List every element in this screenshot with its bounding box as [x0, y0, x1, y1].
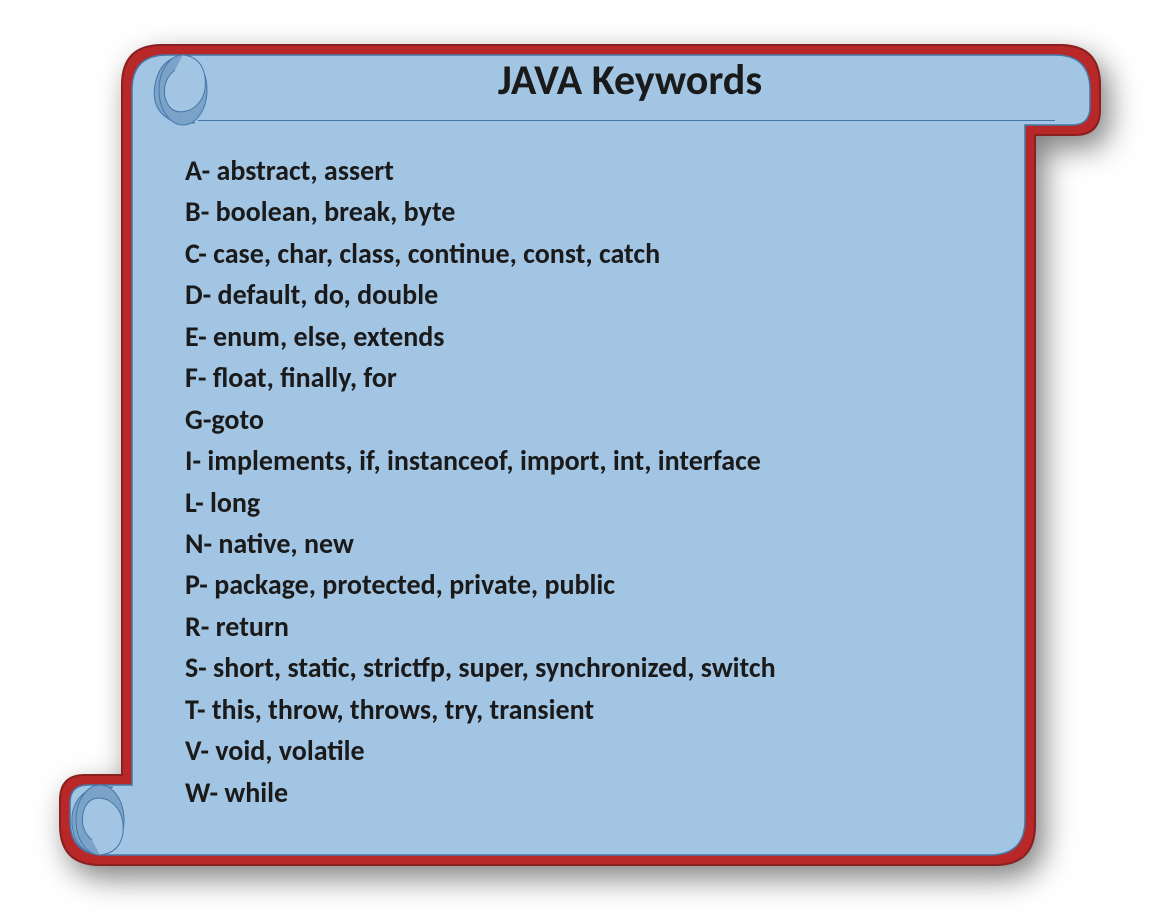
keyword-line: G-goto — [185, 399, 1030, 440]
keyword-line: F- float, finally, for — [185, 357, 1030, 398]
keywords-list: A- abstract, assert B- boolean, break, b… — [185, 150, 1030, 813]
document-title: JAVA Keywords — [200, 55, 1060, 106]
scroll-document: JAVA Keywords A- abstract, assert B- boo… — [50, 35, 1110, 875]
keyword-line: C- case, char, class, continue, const, c… — [185, 233, 1030, 274]
keyword-line: W- while — [185, 772, 1030, 813]
keyword-line: I- implements, if, instanceof, import, i… — [185, 440, 1030, 481]
keyword-line: D- default, do, double — [185, 274, 1030, 315]
keyword-line: R- return — [185, 606, 1030, 647]
title-underline — [198, 120, 1055, 121]
keyword-line: T- this, throw, throws, try, transient — [185, 689, 1030, 730]
keyword-line: N- native, new — [185, 523, 1030, 564]
keyword-line: P- package, protected, private, public — [185, 564, 1030, 605]
keyword-line: A- abstract, assert — [185, 150, 1030, 191]
keyword-line: E- enum, else, extends — [185, 316, 1030, 357]
keyword-line: B- boolean, break, byte — [185, 191, 1030, 232]
title-area: JAVA Keywords — [200, 55, 1060, 106]
keyword-line: V- void, volatile — [185, 730, 1030, 771]
keyword-line: S- short, static, strictfp, super, synch… — [185, 647, 1030, 688]
keyword-line: L- long — [185, 482, 1030, 523]
